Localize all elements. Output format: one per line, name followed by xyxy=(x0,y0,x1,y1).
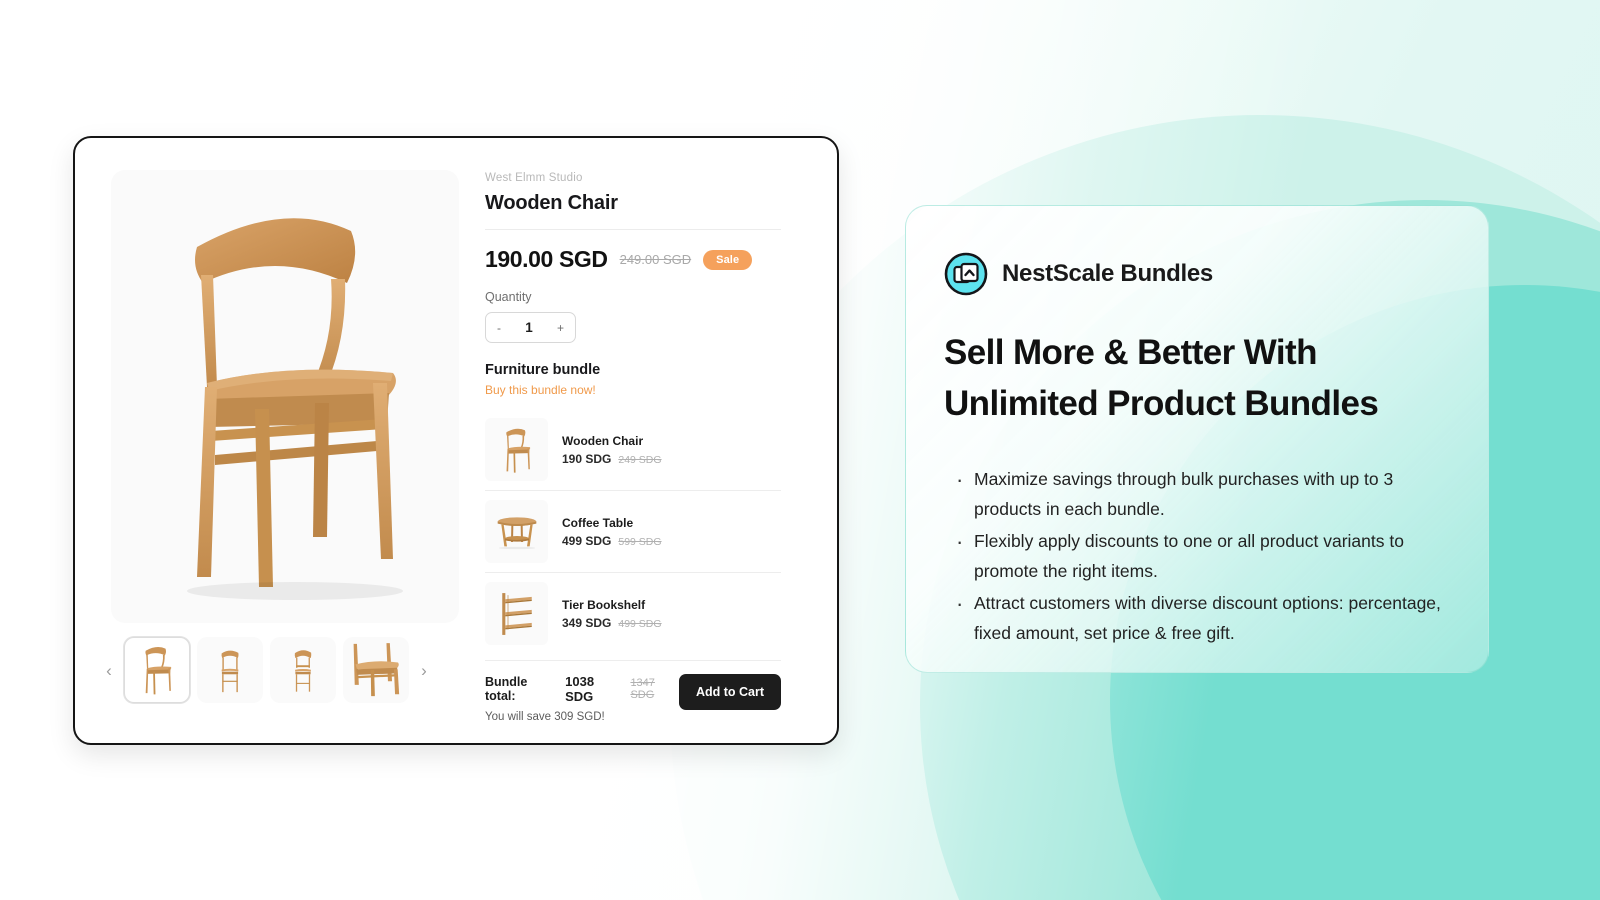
bundle-item-price-row: 190 SDG 249 SDG xyxy=(562,452,662,466)
title-divider xyxy=(485,229,781,230)
wooden-chair-illustration xyxy=(187,217,403,600)
wooden-chair-back-thumb-icon xyxy=(221,650,239,693)
bundle-item-thumbnail xyxy=(485,500,548,563)
promo-bullet-list: Maximize savings through bulk purchases … xyxy=(944,460,1442,649)
bundle-total-compare-at: 1347 SDG xyxy=(630,677,655,701)
bundle-item-thumbnail xyxy=(485,582,548,645)
quantity-stepper[interactable]: - 1 + xyxy=(485,312,576,343)
quantity-decrement-button[interactable]: - xyxy=(497,321,501,335)
product-title: Wooden Chair xyxy=(485,192,618,214)
brand-name: NestScale Bundles xyxy=(1002,260,1213,287)
wooden-chair-front-thumb-icon xyxy=(294,650,312,692)
gallery-thumbnail-1[interactable] xyxy=(124,637,190,703)
bundle-item-name: Tier Bookshelf xyxy=(562,597,646,612)
bundle-totals: Bundle total: 1038 SDG 1347 SDG You will… xyxy=(485,660,781,723)
quantity-value[interactable]: 1 xyxy=(525,320,533,335)
promo-headline: Sell More & Better With Unlimited Produc… xyxy=(944,333,1379,423)
gallery-thumbnail-strip: ‹ › xyxy=(101,637,461,703)
bundle-total-row: Bundle total: 1038 SDG 1347 SDG xyxy=(485,674,679,704)
brand-row: NestScale Bundles xyxy=(944,252,1442,296)
bundle-item-list: Wooden Chair 190 SDG 249 SDG Coffee Tabl… xyxy=(485,409,781,654)
promo-panel: NestScale Bundles Sell More & Better Wit… xyxy=(905,205,1489,673)
promo-bullet: Attract customers with diverse discount … xyxy=(944,585,1442,648)
nestscale-logo-icon xyxy=(944,252,988,296)
product-info: West Elmm Studio Wooden Chair 190.00 SGD… xyxy=(475,138,837,743)
wooden-chair-icon xyxy=(505,428,530,473)
product-gallery: ‹ › xyxy=(75,138,475,743)
coffee-table-icon xyxy=(497,516,536,549)
price-row: 190.00 SGD 249.00 SGD Sale xyxy=(485,246,781,273)
product-hero-image[interactable] xyxy=(111,170,459,623)
tier-bookshelf-icon xyxy=(501,592,532,635)
bundle-item-details: Wooden Chair 190 SDG 249 SDG xyxy=(562,434,662,466)
screenshot-root: ‹ › West Elmm Studio Wooden Chair 190.00… xyxy=(0,0,1600,900)
bundle-total-price: 1038 SDG xyxy=(565,674,595,704)
bundle-item-thumbnail xyxy=(485,418,548,481)
bundle-item[interactable]: Coffee Table 499 SDG 599 SDG xyxy=(485,490,781,572)
gallery-thumbnail-4[interactable] xyxy=(343,637,409,703)
product-price: 190.00 SGD xyxy=(485,246,608,272)
quantity-increment-button[interactable]: + xyxy=(557,321,564,335)
gallery-thumbnail-2[interactable] xyxy=(197,637,263,703)
bundle-savings-text: You will save 309 SGD! xyxy=(485,711,605,723)
add-to-cart-button[interactable]: Add to Cart xyxy=(678,674,781,710)
product-vendor: West Elmm Studio xyxy=(485,172,583,184)
bundle-item-details: Tier Bookshelf 349 SDG 499 SDG xyxy=(562,598,662,630)
bundle-cta-link[interactable]: Buy this bundle now! xyxy=(485,383,781,397)
bundle-item-compare-at: 249 SDG xyxy=(618,453,662,466)
bundle-item-price-row: 349 SDG 499 SDG xyxy=(562,616,662,630)
wooden-chair-detail-thumb-icon xyxy=(353,643,400,697)
bundle-item-name: Wooden Chair xyxy=(562,433,644,448)
sale-badge: Sale xyxy=(703,249,753,270)
gallery-next-icon[interactable]: › xyxy=(416,653,432,687)
gallery-thumbnail-3[interactable] xyxy=(270,637,336,703)
bundle-total-label: Bundle total: xyxy=(485,675,528,703)
bundle-item-price: 190 SDG xyxy=(562,451,612,466)
bundle-item-price: 349 SDG xyxy=(562,615,612,630)
bundle-heading: Furniture bundle xyxy=(485,362,601,378)
bundle-item-compare-at: 499 SDG xyxy=(618,617,662,630)
bundle-item-name: Coffee Table xyxy=(562,515,634,530)
product-compare-at-price: 249.00 SGD xyxy=(619,252,692,267)
bundle-item-price-row: 499 SDG 599 SDG xyxy=(562,534,662,548)
bundle-item-details: Coffee Table 499 SDG 599 SDG xyxy=(562,516,662,548)
bundle-total-block: Bundle total: 1038 SDG 1347 SDG You will… xyxy=(485,674,679,723)
quantity-label: Quantity xyxy=(485,290,532,304)
promo-bullet: Flexibly apply discounts to one or all p… xyxy=(944,523,1442,586)
bundle-item[interactable]: Wooden Chair 190 SDG 249 SDG xyxy=(485,409,781,490)
bundle-item[interactable]: Tier Bookshelf 349 SDG 499 SDG xyxy=(485,572,781,654)
product-card: ‹ › West Elmm Studio Wooden Chair 190.00… xyxy=(73,136,839,745)
bundle-item-compare-at: 599 SDG xyxy=(618,535,662,548)
wooden-chair-thumb-icon xyxy=(145,647,172,695)
gallery-prev-icon[interactable]: ‹ xyxy=(101,653,117,687)
promo-bullet: Maximize savings through bulk purchases … xyxy=(944,460,1442,524)
bundle-item-price: 499 SDG xyxy=(562,533,612,548)
